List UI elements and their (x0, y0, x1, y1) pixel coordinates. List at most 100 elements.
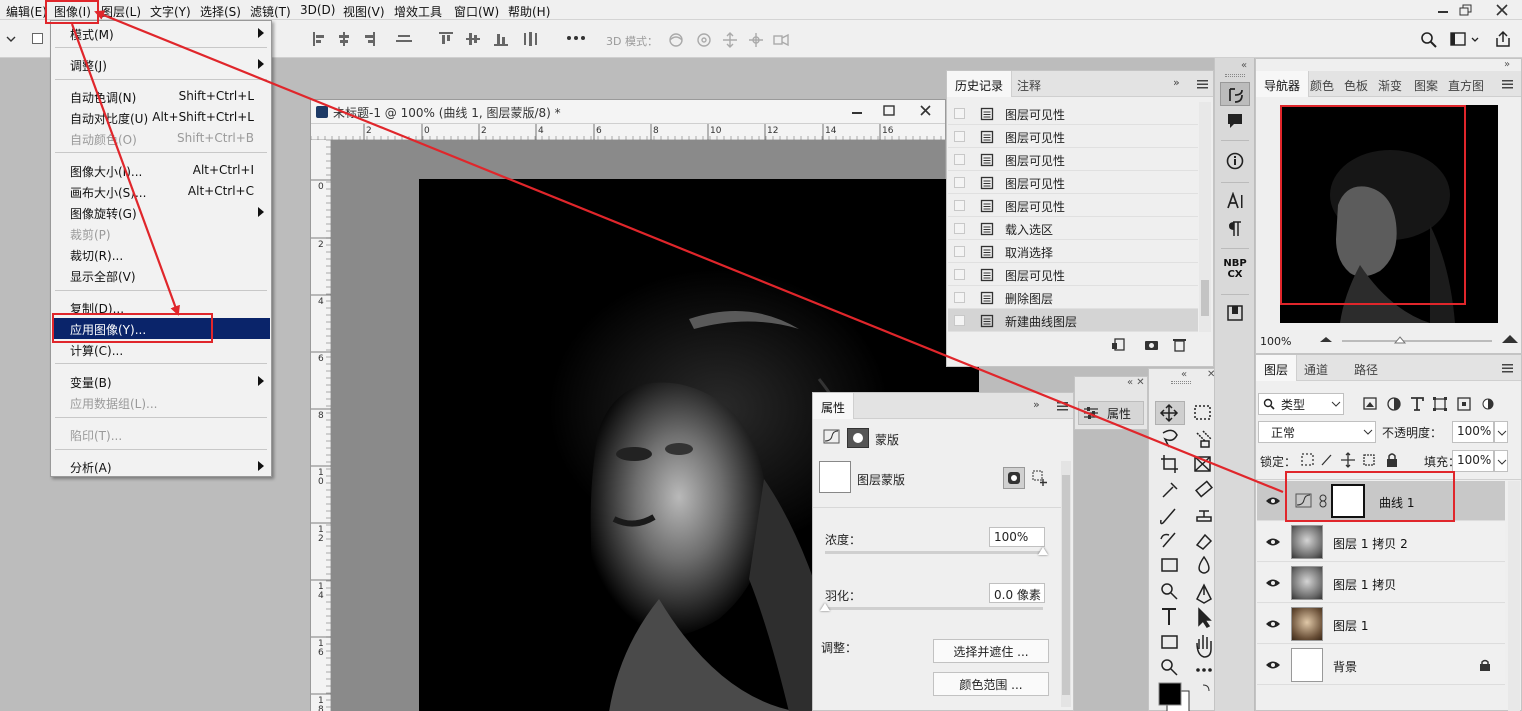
menu-type[interactable]: 文字(Y) (150, 3, 191, 20)
menu-edit[interactable]: 编辑(E) (6, 3, 47, 20)
layers-menu-icon[interactable] (1502, 364, 1513, 373)
blend-mode-select[interactable]: 正常 (1258, 421, 1376, 443)
info-icon[interactable] (1226, 152, 1244, 170)
navigator-zoom-value[interactable]: 100% (1260, 335, 1291, 348)
tab-swatches[interactable]: 色板 (1340, 71, 1372, 97)
menu-view[interactable]: 视图(V) (343, 3, 385, 20)
align-icons[interactable] (310, 29, 420, 49)
menu-item-analysis[interactable]: 分析(A) (52, 456, 270, 477)
eye-icon[interactable] (1265, 495, 1281, 507)
layers-scrollbar[interactable] (1508, 481, 1520, 711)
mask-thumbnail[interactable] (819, 461, 851, 493)
document-tab[interactable]: 未标题-1 @ 100% (曲线 1, 图层蒙版/8) * (311, 100, 945, 124)
layer-name[interactable]: 图层 1 拷贝 (1333, 576, 1396, 593)
menu-item-crop[interactable]: 裁剪(P) (52, 223, 270, 244)
menu-item-trap[interactable]: 陷印(T)... (52, 424, 270, 445)
properties-collapsed-button[interactable]: 属性 (1078, 401, 1144, 425)
opacity-dropdown[interactable] (1494, 421, 1508, 443)
library-icon[interactable] (1226, 304, 1244, 322)
history-snapshot-checkbox[interactable] (954, 108, 965, 119)
menu-item-canvas-size[interactable]: 画布大小(S)... Alt+Ctrl+C (52, 181, 270, 202)
history-dock-button[interactable] (1220, 82, 1250, 106)
pixel-mask-button[interactable] (1003, 467, 1025, 489)
lock-icon[interactable] (1479, 659, 1491, 672)
history-scrollbar[interactable] (1199, 102, 1211, 332)
layer-thumbnail[interactable] (1291, 566, 1323, 600)
menu-item-trim[interactable]: 裁切(R)... (52, 244, 270, 265)
tab-color[interactable]: 颜色 (1304, 71, 1338, 97)
curves-adjustment-icon[interactable] (823, 429, 841, 445)
select-and-mask-button[interactable]: 选择并遮住 ... (933, 639, 1049, 663)
layer-row[interactable]: 图层 1 拷贝 (1257, 563, 1505, 603)
properties-scrollbar[interactable] (1061, 461, 1071, 707)
history-snapshot-checkbox[interactable] (954, 246, 965, 257)
menu-item-auto-color[interactable]: 自动颜色(O) Shift+Ctrl+B (52, 128, 270, 149)
layer-name[interactable]: 图层 1 (1333, 617, 1368, 634)
document-window-controls[interactable] (843, 101, 947, 121)
close-button[interactable] (1488, 0, 1522, 20)
layer-row[interactable]: 背景 (1257, 645, 1505, 685)
foreground-color-swatch[interactable] (1159, 683, 1181, 705)
navigator-zoom-slider[interactable] (1316, 334, 1521, 350)
restore-button[interactable] (1460, 0, 1486, 20)
layer-thumbnail[interactable] (1291, 648, 1323, 682)
minimize-button[interactable] (1434, 0, 1460, 20)
feather-input[interactable]: 0.0 像素 (989, 583, 1045, 603)
history-snapshot-checkbox[interactable] (954, 200, 965, 211)
history-item[interactable]: 删除图层 (948, 286, 1198, 309)
history-snapshot-checkbox[interactable] (954, 292, 965, 303)
history-snapshot-checkbox[interactable] (954, 223, 965, 234)
vector-mask-icon[interactable] (1031, 469, 1049, 487)
navigator-menu-icon[interactable] (1502, 80, 1513, 89)
layer-thumbnail[interactable] (1291, 525, 1323, 559)
history-snapshot-checkbox[interactable] (954, 315, 965, 326)
menu-window[interactable]: 窗口(W) (454, 3, 499, 20)
auto-select-checkbox[interactable] (32, 33, 43, 44)
layer-name[interactable]: 背景 (1333, 658, 1357, 675)
layer-filter-select[interactable]: 类型 (1258, 393, 1344, 415)
menu-item-image-size[interactable]: 图像大小(I)... Alt+Ctrl+I (52, 160, 270, 181)
layer-row[interactable]: 图层 1 (1257, 604, 1505, 644)
menu-layer[interactable]: 图层(L) (101, 3, 141, 20)
opacity-input[interactable]: 100% (1452, 421, 1494, 443)
layer-filter-icons[interactable] (1362, 395, 1502, 413)
navigator-dock-collapse-icon[interactable]: » (1504, 59, 1510, 70)
properties-menu-icon[interactable] (1057, 402, 1068, 411)
layer-name[interactable]: 图层 1 拷贝 2 (1333, 535, 1408, 552)
feather-slider[interactable] (820, 603, 1043, 611)
menu-item-reveal-all[interactable]: 显示全部(V) (52, 265, 270, 286)
more-icon[interactable] (566, 34, 586, 42)
distribute-icons[interactable] (436, 29, 546, 49)
tab-layers[interactable]: 图层 (1256, 355, 1298, 381)
3d-mode-icons[interactable] (666, 30, 796, 50)
history-snapshot-checkbox[interactable] (954, 269, 965, 280)
eye-icon[interactable] (1265, 536, 1281, 548)
menu-item-auto-contrast[interactable]: 自动对比度(U) Alt+Shift+Ctrl+L (52, 107, 270, 128)
search-icon[interactable] (1420, 31, 1438, 49)
chevron-down-icon[interactable] (4, 32, 18, 46)
panel-menu-icon[interactable] (1197, 80, 1208, 89)
lock-icons[interactable] (1300, 451, 1400, 469)
tab-patterns[interactable]: 图案 (1410, 71, 1442, 97)
color-range-button[interactable]: 颜色范围 ... (933, 672, 1049, 696)
eye-icon[interactable] (1265, 577, 1281, 589)
history-item[interactable]: 图层可见性 (948, 194, 1198, 217)
side-dock-collapse-icon[interactable]: « (1241, 60, 1247, 71)
menu-select[interactable]: 选择(S) (200, 3, 241, 20)
menu-item-image-rotation[interactable]: 图像旋转(G) (52, 202, 270, 223)
tab-properties[interactable]: 属性 (813, 393, 855, 419)
history-item[interactable]: 载入选区 (948, 217, 1198, 240)
history-snapshot-checkbox[interactable] (954, 177, 965, 188)
tab-channels[interactable]: 通道 (1296, 355, 1336, 381)
history-item[interactable]: 图层可见性 (948, 125, 1198, 148)
menu-plugins[interactable]: 增效工具 (394, 3, 442, 20)
workspace-icon[interactable] (1450, 31, 1482, 49)
fill-input[interactable]: 100% (1452, 450, 1494, 472)
layer-thumbnail[interactable] (1291, 607, 1323, 641)
history-item[interactable]: 取消选择 (948, 240, 1198, 263)
tab-history[interactable]: 历史记录 (947, 71, 1013, 97)
eye-icon[interactable] (1265, 659, 1281, 671)
navigator-view-box[interactable] (1280, 105, 1466, 305)
history-item[interactable]: 图层可见性 (948, 171, 1198, 194)
history-item[interactable]: 图层可见性 (948, 148, 1198, 171)
